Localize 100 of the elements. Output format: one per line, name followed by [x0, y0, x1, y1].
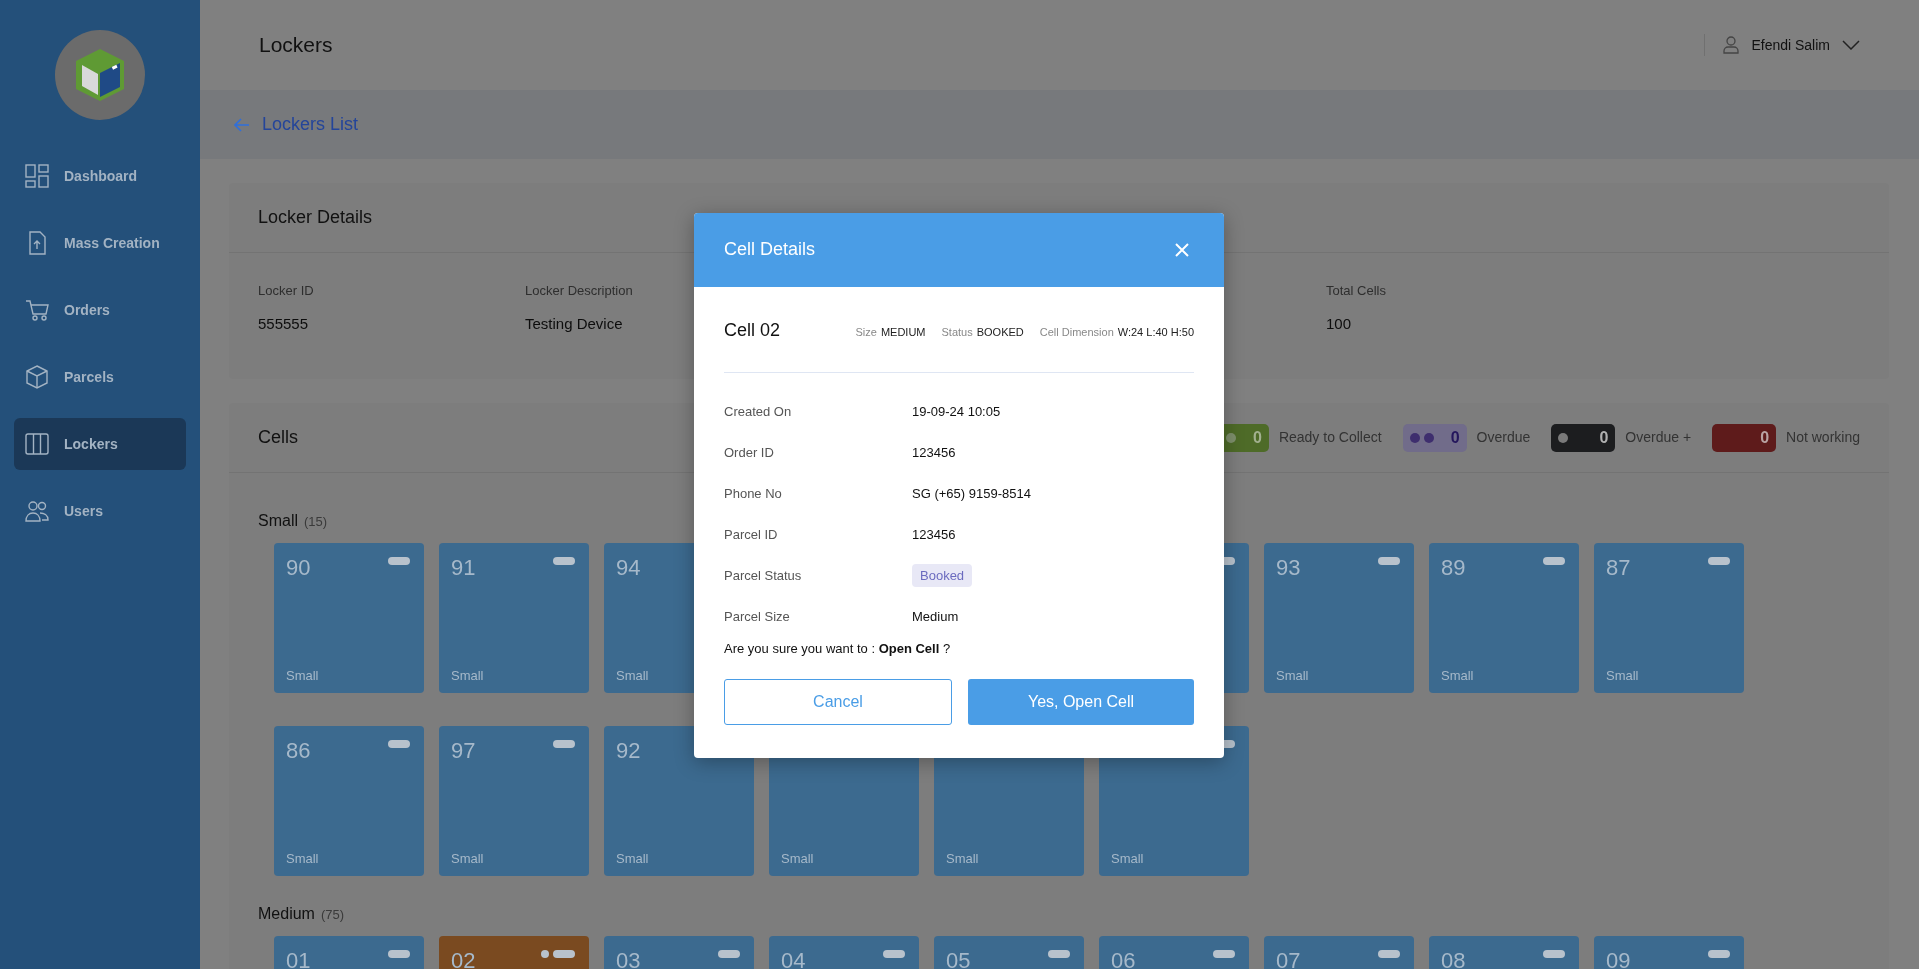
- detail-value: 123456: [912, 443, 956, 462]
- cube-icon: [24, 364, 50, 390]
- columns-icon: [24, 431, 50, 457]
- open-cell-button[interactable]: Yes, Open Cell: [968, 678, 1194, 725]
- sidebar-item[interactable]: Parcels: [14, 351, 186, 403]
- meta-value: BOOKED: [976, 325, 1024, 338]
- group-count: (75): [320, 907, 345, 922]
- locker-cell[interactable]: 05: [934, 936, 1084, 969]
- cell-indicator-icon: [388, 740, 410, 748]
- meta-label: Status: [941, 325, 973, 338]
- locker-cell[interactable]: 04: [769, 936, 919, 969]
- user-name[interactable]: Efendi Salim: [1751, 34, 1830, 56]
- locker-cell[interactable]: 03: [604, 936, 754, 969]
- meta-value: W:24 L:40 H:50: [1117, 325, 1194, 338]
- meta-label: Size: [855, 325, 877, 338]
- cell-size: Small: [616, 849, 649, 868]
- cell-indicator-icon: [1708, 950, 1730, 958]
- cell-number: 01: [286, 947, 311, 969]
- cell-number: 07: [1276, 947, 1301, 969]
- group-title: Small: [258, 512, 298, 529]
- field-label: Locker Description: [525, 282, 633, 300]
- locker-cell[interactable]: 90 Small: [274, 543, 424, 693]
- locker-cell[interactable]: 87 Small: [1594, 543, 1744, 693]
- sidebar-item[interactable]: Lockers: [14, 418, 186, 470]
- locker-cell[interactable]: 08: [1429, 936, 1579, 969]
- locker-cell[interactable]: 93 Small: [1264, 543, 1414, 693]
- cell-number: 86: [286, 737, 311, 765]
- cell-size: Small: [286, 666, 319, 685]
- detail-label: Phone No: [724, 484, 783, 503]
- section-title: Locker Details: [258, 206, 373, 229]
- legend-label: Overdue: [1476, 428, 1531, 447]
- cell-size: Small: [286, 849, 319, 868]
- detail-value: 19-09-24 10:05: [912, 402, 1001, 421]
- cell-indicator-icon: [1378, 950, 1400, 958]
- locker-cell[interactable]: 97 Small: [439, 726, 589, 876]
- status-count: 0: [1253, 427, 1262, 448]
- detail-value: Medium: [912, 607, 959, 626]
- status-count: 0: [1599, 427, 1609, 448]
- sidebar-item[interactable]: Dashboard: [14, 150, 186, 202]
- page-title: Lockers: [259, 32, 333, 58]
- chevron-down-icon[interactable]: [1842, 40, 1860, 50]
- cart-icon: [24, 297, 50, 323]
- cell-number: 97: [451, 737, 476, 765]
- cell-number: 08: [1441, 947, 1466, 969]
- cell-indicator-icon: [883, 950, 905, 958]
- sidebar-item[interactable]: Orders: [14, 284, 186, 336]
- locker-cell[interactable]: 91 Small: [439, 543, 589, 693]
- cell-number: 91: [451, 554, 476, 582]
- cell-size: Small: [451, 666, 484, 685]
- meta-label: Cell Dimension: [1039, 325, 1114, 338]
- cell-indicator-icon: [553, 740, 575, 748]
- cell-number: 09: [1606, 947, 1631, 969]
- cell-size: Small: [946, 849, 979, 868]
- locker-cell[interactable]: 86 Small: [274, 726, 424, 876]
- status-count: 0: [1450, 427, 1460, 448]
- cell-number: 02: [451, 947, 476, 969]
- cell-number: 93: [1276, 554, 1301, 582]
- legend-label: Ready to Collect: [1278, 428, 1382, 447]
- cell-indicator-icon: [1708, 557, 1730, 565]
- cell-indicator-icon: [1543, 557, 1565, 565]
- cell-size: Small: [1606, 666, 1639, 685]
- cell-size: Small: [451, 849, 484, 868]
- cell-number: 04: [781, 947, 806, 969]
- cell-indicator-icon: [1543, 950, 1565, 958]
- detail-label: Order ID: [724, 443, 775, 462]
- dashboard-icon: [24, 163, 50, 189]
- cell-size: Small: [1276, 666, 1309, 685]
- meta-value: MEDIUM: [880, 325, 926, 338]
- cancel-button[interactable]: Cancel: [724, 678, 952, 725]
- locker-cell[interactable]: 02: [439, 936, 589, 969]
- locker-cell[interactable]: 06: [1099, 936, 1249, 969]
- sidebar-item[interactable]: Users: [14, 485, 186, 537]
- field-label: Locker ID: [258, 282, 314, 300]
- users-icon: [24, 498, 50, 524]
- section-title: Cells: [258, 426, 298, 449]
- locker-cell[interactable]: 92 Small: [604, 726, 754, 876]
- legend-label: Not working: [1786, 428, 1860, 447]
- cell-number: 05: [946, 947, 971, 969]
- status-dot: [1225, 432, 1236, 443]
- locker-cell[interactable]: 89 Small: [1429, 543, 1579, 693]
- dialog-title: Cell Details: [724, 239, 816, 261]
- cell-indicator-icon: [388, 557, 410, 565]
- locker-cell[interactable]: 07: [1264, 936, 1414, 969]
- detail-value: 123456: [912, 525, 956, 544]
- status-dot: [1423, 432, 1434, 443]
- detail-label: Created On: [724, 402, 793, 421]
- sidebar-item[interactable]: Mass Creation: [14, 217, 186, 269]
- legend-label: Overdue +: [1625, 428, 1692, 447]
- user-icon: [1723, 36, 1740, 54]
- lockers-list-link[interactable]: Lockers List: [262, 111, 359, 138]
- field-value: 555555: [258, 313, 309, 334]
- status-count: 0: [1760, 427, 1770, 448]
- cell-size: Small: [781, 849, 814, 868]
- close-icon: [1174, 242, 1190, 258]
- field-value: Testing Device: [525, 313, 623, 334]
- cell-indicator-icon: [388, 950, 410, 958]
- cell-number: 92: [616, 737, 641, 765]
- detail-value: SG (+65) 9159-8514: [912, 484, 1031, 503]
- locker-cell[interactable]: 01: [274, 936, 424, 969]
- locker-cell[interactable]: 09: [1594, 936, 1744, 969]
